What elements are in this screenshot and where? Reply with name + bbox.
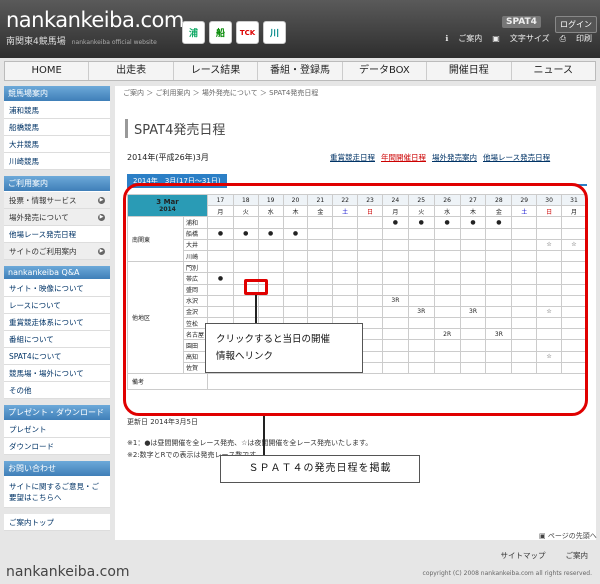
sidebar-heading-present: プレゼント・ダウンロード [4,405,110,421]
updated-date: 更新日 2014年3月5日 [127,418,198,426]
schedule-highlight-box [123,183,588,416]
guide-link[interactable]: ご案内 [458,33,482,44]
sidebar-item-qa-spat4[interactable]: SPAT4について [4,348,110,365]
sitemap-link[interactable]: サイトマップ [501,550,546,561]
sidebar-heading-contact: お問い合わせ [4,461,110,477]
sidebar-item-present[interactable]: プレゼント [4,421,110,438]
print-icon: ⎙ [559,33,566,43]
callout-link-info: クリックすると当日の開催 情報へリンク [205,323,363,373]
page-title: SPAT4発売日程 [125,119,225,138]
nav-program[interactable]: 番組・登録馬 [258,62,343,80]
schedule-links: 重賞競走日程 年間開催日程 場外発売案内 他場レース発売日程 [330,152,550,163]
nav-entries[interactable]: 出走表 [89,62,174,80]
nav-databox[interactable]: データBOX [343,62,428,80]
text-size-link[interactable]: 文字サイズ [510,33,550,44]
venue-icon-group: 浦 船 TCK 川 [182,21,286,44]
kawasaki-icon[interactable]: 川 [263,21,286,44]
sidebar-item-urawa[interactable]: 浦和競馬 [4,102,110,119]
spat4-badge[interactable]: SPAT4 [502,16,541,28]
arrow-right-icon: ▶ [98,247,105,255]
nav-home[interactable]: HOME [5,62,90,80]
nav-schedule[interactable]: 開催日程 [427,62,512,80]
funabashi-icon[interactable]: 船 [209,21,232,44]
page-top-link[interactable]: ▣ ページの先頭へ [539,531,597,541]
info-icon: ℹ [445,34,449,43]
header-links: ℹ ご案内 ▣ 文字サイズ ⎙ 印刷 [445,33,592,44]
guide-footer-link[interactable]: ご案内 [566,550,589,561]
annual-schedule-link[interactable]: 年間開催日程 [381,152,426,163]
note-1: ※1：●は昼間開催を全レース発売、☆は夜間開催を全レース発売いたします。 [127,439,373,447]
login-button[interactable]: ログイン [555,16,597,33]
print-link[interactable]: 印刷 [576,33,592,44]
sidebar-item-guide-top[interactable]: ご案内トップ [4,514,110,531]
footer-logo: nankankeiba.com [6,564,130,580]
site-subtitle: 南関東4競馬場 nankankeiba official website [6,37,157,47]
callout-spat4-schedule: ＳＰＡＴ４の発売日程を掲載 [220,455,420,483]
sidebar-item-qa-venue[interactable]: 競馬場・場外について [4,365,110,382]
sidebar-item-funabashi[interactable]: 船橋競馬 [4,119,110,136]
tck-icon[interactable]: TCK [236,21,259,44]
sidebar-item-download[interactable]: ダウンロード [4,438,110,455]
main-nav: HOME 出走表 レース結果 番組・登録馬 データBOX 開催日程 ニュース [4,61,596,81]
sidebar-item-qa-race[interactable]: レースについて [4,297,110,314]
schedule-period: 2014年(平成26年)3月 [127,153,209,162]
sidebar-item-qa-site[interactable]: サイト・映像について [4,280,110,297]
sidebar-item-oi[interactable]: 大井競馬 [4,136,110,153]
nav-results[interactable]: レース結果 [174,62,259,80]
sidebar-item-other-races[interactable]: 他場レース発売日程 [4,226,110,243]
sidebar-item-qa-other[interactable]: その他 [4,382,110,399]
site-header: nankankeiba.com 南関東4競馬場 nankankeiba offic… [0,0,600,58]
urawa-icon[interactable]: 浦 [182,21,205,44]
site-logo[interactable]: nankankeiba.com [6,8,184,32]
sidebar-item-kawasaki[interactable]: 川崎競馬 [4,153,110,170]
sidebar-item-voting[interactable]: 投票・情報サービス ▶ [4,192,110,209]
sidebar-heading-qa: nankankeiba Q&A [4,266,110,280]
sidebar-heading-guide: ご利用案内 [4,176,110,192]
arrow-right-icon: ▶ [98,196,105,204]
sidebar-item-offsite[interactable]: 場外発売について ▶ [4,209,110,226]
other-races-link[interactable]: 他場レース発売日程 [483,152,550,163]
footer-links: サイトマップ ご案内 [501,550,589,561]
arrow-right-icon: ▶ [98,213,105,221]
sidebar-item-qa-graded[interactable]: 重賞競走体系について [4,314,110,331]
copyright: copyright (C) 2008 nankankeiba.com all r… [422,570,592,577]
sidebar-item-site-guide[interactable]: サイトのご利用案内 ▶ [4,243,110,260]
cell-highlight-box [244,279,268,295]
sidebar-item-qa-program[interactable]: 番組について [4,331,110,348]
text-size-icon: ▣ [492,34,500,43]
sidebar-heading-racecourses: 競馬場案内 [4,86,110,102]
sidebar: 競馬場案内 浦和競馬 船橋競馬 大井競馬 川崎競馬 ご利用案内 投票・情報サービ… [4,86,110,531]
breadcrumb: ご案内 ＞ ご利用案内 ＞ 場外発売について ＞ SPAT4発売日程 [123,89,319,97]
sidebar-item-feedback[interactable]: サイトに関するご意見・ご要望はこちらへ [4,477,110,508]
nav-news[interactable]: ニュース [512,62,595,80]
graded-race-link[interactable]: 重賞競走日程 [330,152,375,163]
offsite-sales-link[interactable]: 場外発売案内 [432,152,477,163]
site-footer: サイトマップ ご案内 nankankeiba.com copyright (C)… [0,542,600,584]
